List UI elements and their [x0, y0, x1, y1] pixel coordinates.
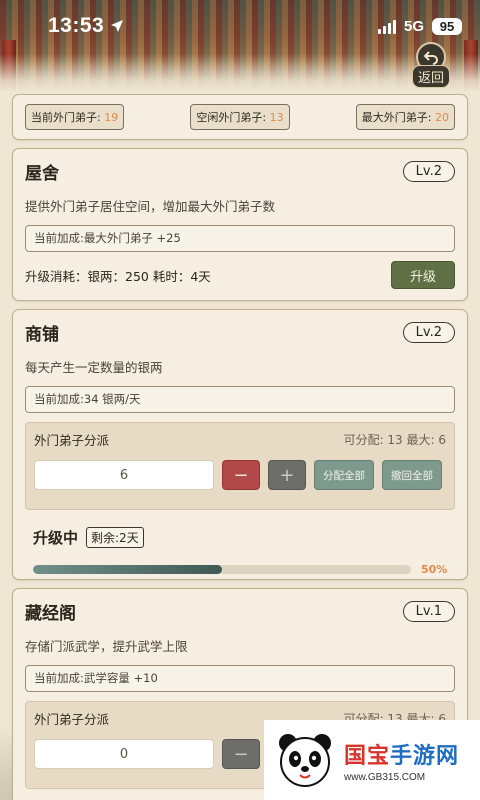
battery-indicator: 95 [432, 17, 462, 35]
back-label: 返回 [411, 65, 450, 88]
idle-disciples-stat: 空闲外门弟子: 13 [190, 104, 290, 130]
current-disciples-stat: 当前外门弟子: 19 [25, 104, 125, 130]
building-name: 藏经阁 [25, 603, 76, 624]
disciple-stats-panel: 当前外门弟子: 19 空闲外门弟子: 13 最大外门弟子: 20 [12, 94, 468, 140]
current-bonus: 当前加成:武学容量 +10 [25, 665, 455, 692]
watermark-url: www.GB315.COM [344, 771, 426, 783]
status-bar: 13:53 5G 95 [0, 0, 480, 52]
upgrade-progress-fill [33, 564, 222, 574]
assign-title: 外门弟子分派 [34, 432, 110, 448]
location-arrow-icon [110, 19, 124, 33]
progress-percent: 50% [421, 562, 448, 576]
upgrade-progress-bar [33, 564, 411, 574]
upgrading-label: 升级中 [33, 528, 79, 547]
building-card-dormitory: 屋舍 Lv.2 提供外门弟子居住空间，增加最大外门弟子数 当前加成:最大外门弟子… [12, 148, 468, 301]
upgrade-cost: 升级消耗：银两：250 耗时：4天 [25, 268, 211, 284]
assign-capacity: 可分配: 13 最大: 6 [343, 432, 446, 447]
assign-all-button[interactable]: 分配全部 [314, 460, 374, 490]
level-badge: Lv.2 [402, 160, 455, 182]
disciple-assign-box: 外门弟子分派 可分配: 13 最大: 6 6 − + 分配全部 撤回全部 [25, 422, 455, 510]
watermark-brand-b: 手游网 [390, 743, 460, 769]
current-bonus: 当前加成:34 银两/天 [25, 386, 455, 413]
status-time: 13:53 [48, 14, 105, 37]
building-name: 商铺 [25, 324, 59, 345]
signal-icon [377, 18, 396, 34]
building-description: 提供外门弟子居住空间，增加最大外门弟子数 [25, 199, 276, 214]
level-badge: Lv.2 [402, 321, 455, 343]
upgrade-button[interactable]: 升级 [391, 261, 455, 289]
building-card-shop: 商铺 Lv.2 每天产生一定数量的银两 当前加成:34 银两/天 外门弟子分派 … [12, 309, 468, 580]
assign-quantity-field[interactable]: 6 [34, 460, 214, 490]
building-name: 屋舍 [25, 163, 59, 184]
increase-button[interactable]: + [268, 460, 306, 490]
watermark-brand-a: 国宝 [344, 743, 391, 769]
network-type: 5G [403, 17, 424, 35]
building-description: 每天产生一定数量的银两 [25, 360, 163, 375]
assign-quantity-field[interactable]: 0 [34, 739, 214, 769]
current-bonus: 当前加成:最大外门弟子 +25 [25, 225, 455, 252]
level-badge: Lv.1 [402, 600, 455, 622]
main-content: 当前外门弟子: 19 空闲外门弟子: 13 最大外门弟子: 20 屋舍 Lv.2… [12, 94, 468, 800]
watermark-logo: 国宝手游网 www.GB315.COM [264, 720, 480, 800]
back-button[interactable]: 返回 [408, 42, 454, 88]
decrease-button[interactable]: − [222, 460, 260, 490]
max-disciples-stat: 最大外门弟子: 20 [355, 104, 455, 130]
panda-icon [279, 734, 331, 787]
building-description: 存储门派武学，提升武学上限 [25, 639, 188, 654]
assign-title: 外门弟子分派 [34, 711, 110, 727]
remaining-time-badge: 剩余:2天 [86, 526, 144, 548]
revoke-all-button[interactable]: 撤回全部 [382, 460, 442, 490]
decrease-button[interactable]: − [222, 739, 260, 769]
